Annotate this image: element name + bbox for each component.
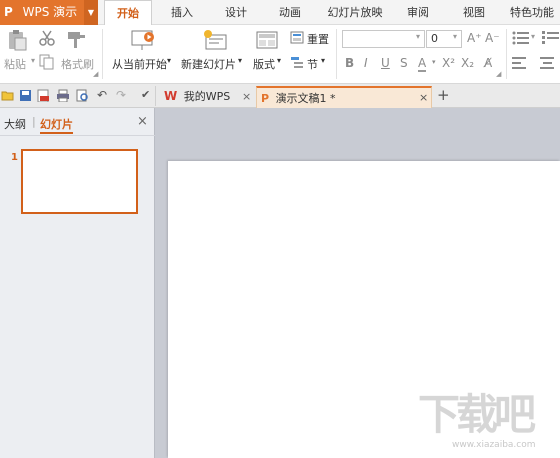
chevron-down-icon[interactable]: ▾ xyxy=(167,56,171,65)
tab-design[interactable]: 设计 xyxy=(214,0,258,25)
chevron-down-icon[interactable]: ▾ xyxy=(453,32,457,41)
chevron-down-icon[interactable]: ▾ xyxy=(277,56,281,65)
close-icon[interactable]: × xyxy=(242,86,251,107)
doc-tab-label: 演示文稿1 * xyxy=(275,92,336,105)
paste-button[interactable]: 粘贴 xyxy=(4,56,26,72)
cut-icon[interactable] xyxy=(39,30,55,46)
tab-special[interactable]: 特色功能 xyxy=(504,0,560,25)
presentation-file-icon: P xyxy=(261,92,270,105)
save-icon[interactable] xyxy=(19,89,32,102)
chevron-down-icon[interactable]: ▾ xyxy=(432,58,436,66)
slide-number: 1 xyxy=(11,152,18,163)
format-painter-icon[interactable] xyxy=(66,29,88,49)
watermark-logo: 下载吧 xyxy=(418,390,536,439)
title-bar: P WPS 演示 ▼ 开始 插入 设计 动画 幻灯片放映 审阅 视图 特色功能 xyxy=(0,0,560,25)
font-name-field[interactable] xyxy=(342,30,425,48)
redo-icon[interactable]: ↷ xyxy=(116,88,126,102)
export-pdf-icon[interactable] xyxy=(37,89,50,102)
chevron-down-icon[interactable]: ▾ xyxy=(531,32,535,41)
wps-logo-icon: W xyxy=(164,89,178,103)
watermark-url: www.xiazaiba.com xyxy=(452,440,536,450)
doc-tab-presentation[interactable]: P 演示文稿1 * × xyxy=(256,86,432,108)
superscript-icon[interactable]: X² xyxy=(442,56,455,70)
slide-thumbnail[interactable] xyxy=(21,149,138,214)
print-preview-icon[interactable] xyxy=(76,89,89,102)
tab-home[interactable]: 开始 xyxy=(104,0,152,25)
layout-button[interactable]: 版式 xyxy=(253,56,275,72)
chevron-down-icon[interactable]: ▾ xyxy=(321,56,325,65)
close-icon[interactable]: × xyxy=(137,114,148,129)
tab-view[interactable]: 视图 xyxy=(452,0,496,25)
format-painter-button[interactable]: 格式刷 xyxy=(61,56,94,72)
new-slide-button[interactable]: 新建幻灯片 xyxy=(181,56,236,72)
expand-icon[interactable]: ◢ xyxy=(496,70,501,78)
slides-panel: 大纲 | 幻灯片 × 1 xyxy=(0,108,155,458)
wps-logo-icon: P xyxy=(4,5,13,19)
print-icon[interactable] xyxy=(56,89,70,102)
panel-tabs: 大纲 | 幻灯片 × xyxy=(0,108,155,136)
layout-icon[interactable] xyxy=(256,30,278,50)
bullet-list-icon[interactable] xyxy=(512,31,530,45)
tab-animation[interactable]: 动画 xyxy=(268,0,312,25)
decrease-font-icon[interactable]: A⁻ xyxy=(485,31,500,45)
ribbon: 粘贴 ▾ 格式刷 ◢ 从当前开始 ▾ 新建幻灯片 ▾ 版式 ▾ 重置 节 ▾ ▾… xyxy=(0,25,560,84)
tab-divider: | xyxy=(32,115,36,128)
numbered-list-icon[interactable] xyxy=(542,31,560,45)
new-slide-icon[interactable] xyxy=(202,29,228,51)
section-icon[interactable] xyxy=(290,56,304,69)
bold-icon[interactable]: B xyxy=(345,56,354,70)
subscript-icon[interactable]: X₂ xyxy=(461,56,474,70)
underline-icon[interactable]: U xyxy=(381,56,390,70)
tab-outline[interactable]: 大纲 xyxy=(4,116,26,132)
reset-button[interactable]: 重置 xyxy=(307,31,329,47)
section-button[interactable]: 节 xyxy=(307,56,318,72)
tab-insert[interactable]: 插入 xyxy=(160,0,204,25)
paste-icon[interactable] xyxy=(6,29,28,51)
italic-icon[interactable]: I xyxy=(364,56,368,70)
tab-slides[interactable]: 幻灯片 xyxy=(40,116,73,134)
reset-icon[interactable] xyxy=(290,31,304,44)
chevron-down-icon[interactable]: ▾ xyxy=(31,56,35,65)
align-left-icon[interactable] xyxy=(512,57,528,69)
doc-tab-my-wps[interactable]: W 我的WPS × xyxy=(160,86,252,108)
font-color-icon[interactable]: A xyxy=(418,56,427,72)
slideshow-from-current-icon[interactable] xyxy=(131,29,157,51)
open-folder-icon[interactable] xyxy=(1,89,15,102)
customize-toolbar-icon[interactable]: ✔ xyxy=(141,88,150,101)
shadow-icon[interactable]: S xyxy=(400,56,408,70)
app-title: WPS 演示 xyxy=(22,5,78,19)
from-current-button[interactable]: 从当前开始 xyxy=(112,56,167,72)
doc-tab-label: 我的WPS xyxy=(183,90,231,103)
quick-access-bar: ↶ ↷ ✔ W 我的WPS × P 演示文稿1 * × + xyxy=(0,84,560,108)
expand-icon[interactable]: ◢ xyxy=(93,70,98,78)
close-icon[interactable]: × xyxy=(419,87,428,108)
chevron-down-icon[interactable]: ▾ xyxy=(416,32,420,41)
copy-icon[interactable] xyxy=(39,54,55,70)
chevron-down-icon[interactable]: ▼ xyxy=(84,0,98,25)
chevron-down-icon[interactable]: ▾ xyxy=(238,56,242,65)
clear-format-icon[interactable]: A̸ xyxy=(484,56,492,70)
undo-icon[interactable]: ↶ xyxy=(97,88,107,102)
new-tab-icon[interactable]: + xyxy=(437,86,450,104)
tab-slideshow[interactable]: 幻灯片放映 xyxy=(322,0,388,25)
app-menu-button[interactable]: P WPS 演示 ▼ xyxy=(0,0,98,25)
increase-font-icon[interactable]: A⁺ xyxy=(467,31,482,45)
tab-review[interactable]: 审阅 xyxy=(396,0,440,25)
align-center-icon[interactable] xyxy=(540,57,556,69)
